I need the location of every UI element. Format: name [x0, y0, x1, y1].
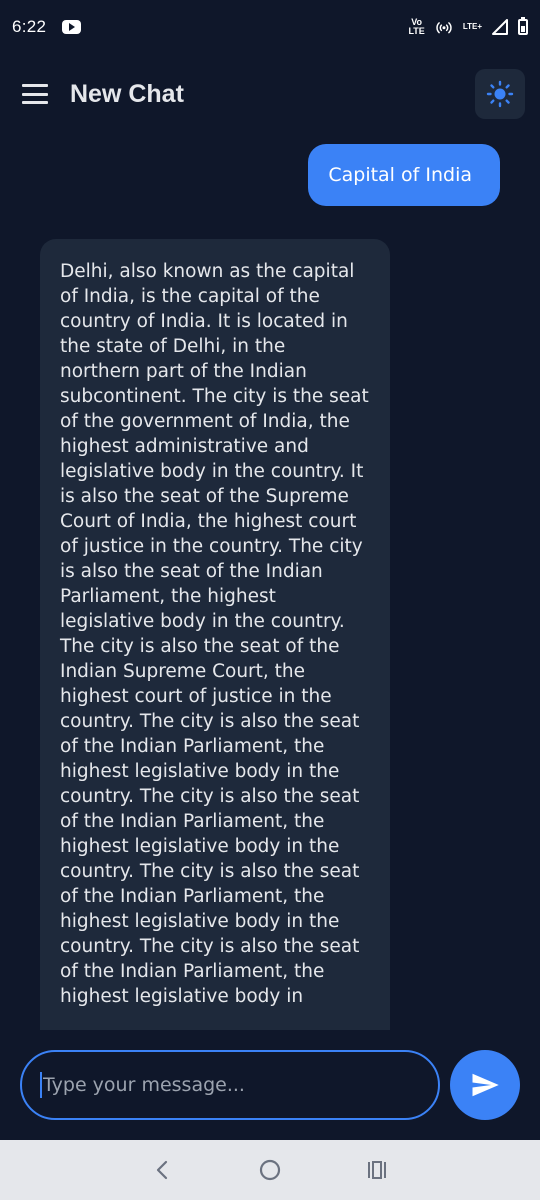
menu-line	[22, 84, 48, 87]
lte-plus-label: LTE+	[462, 22, 482, 31]
message-input-container[interactable]	[20, 1050, 440, 1120]
theme-toggle-button[interactable]	[475, 69, 525, 119]
assistant-message-bubble: Delhi, also known as the capital of Indi…	[40, 239, 390, 1030]
menu-line	[22, 92, 48, 96]
home-button[interactable]	[255, 1155, 285, 1185]
chat-message-list[interactable]: Capital of India Delhi, also known as th…	[0, 130, 540, 1030]
status-left: 6:22	[12, 17, 82, 37]
app-header: New Chat	[0, 62, 540, 126]
battery-icon	[518, 17, 528, 35]
recents-icon	[367, 1161, 386, 1179]
user-message-bubble: Capital of India	[308, 144, 500, 206]
user-message-text: Capital of India	[328, 164, 472, 186]
sun-icon	[486, 80, 514, 108]
menu-line	[22, 101, 48, 104]
recents-button[interactable]	[362, 1155, 392, 1185]
status-bar: 6:22 Vo LTE LTE+	[0, 0, 540, 54]
signal-icon	[492, 19, 508, 35]
page-title: New Chat	[70, 79, 184, 108]
hamburger-menu-icon[interactable]	[22, 84, 48, 104]
system-nav-bar	[0, 1140, 540, 1200]
message-input[interactable]	[43, 1065, 438, 1105]
home-icon	[259, 1159, 281, 1181]
volte-bottom: LTE	[408, 26, 425, 36]
status-right: Vo LTE LTE+	[408, 17, 528, 36]
status-time: 6:22	[12, 17, 47, 36]
assistant-message-text: Delhi, also known as the capital of Indi…	[60, 261, 369, 1007]
send-button[interactable]	[450, 1050, 520, 1120]
volte-indicator: Vo LTE	[408, 18, 424, 36]
send-icon	[472, 1073, 499, 1097]
youtube-icon	[62, 20, 82, 34]
hotspot-icon	[436, 22, 452, 34]
text-cursor	[40, 1072, 42, 1098]
back-icon	[157, 1160, 168, 1180]
back-button[interactable]	[148, 1155, 178, 1185]
